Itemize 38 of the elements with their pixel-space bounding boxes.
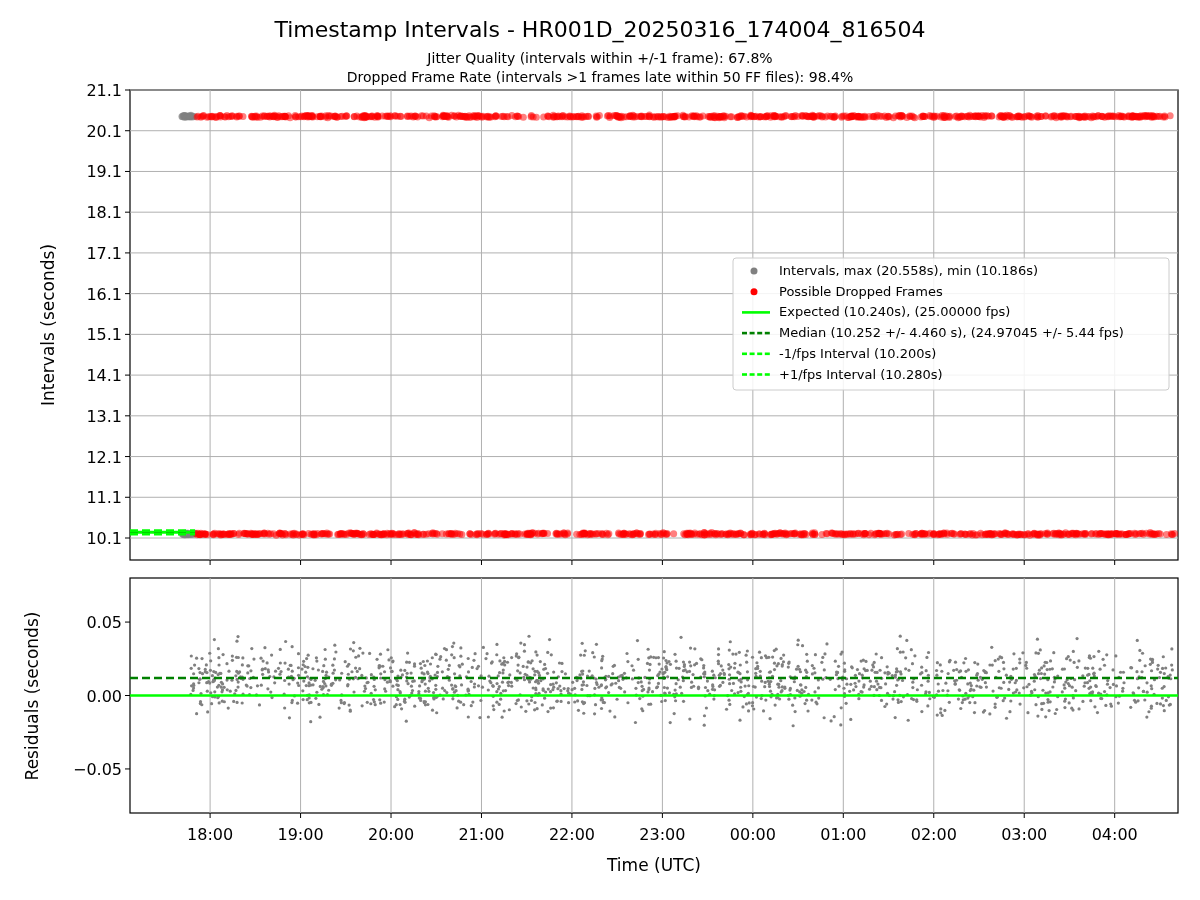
x-tick-label: 03:00 xyxy=(1001,825,1048,844)
x-tick-label: 02:00 xyxy=(910,825,957,844)
chart-title: Timestamp Intervals - HR001D_20250316_174004_816504 xyxy=(274,17,926,42)
y-tick-label: 19.1 xyxy=(86,162,122,182)
x-tick-label: 22:00 xyxy=(548,825,595,844)
x-tick-label: 04:00 xyxy=(1091,825,1138,844)
legend-label: -1/fps Interval (10.200s) xyxy=(779,345,937,361)
legend-label: +1/fps Interval (10.280s) xyxy=(779,366,943,382)
y-tick-label: −0.05 xyxy=(72,759,122,779)
y-tick-label: 21.1 xyxy=(86,81,122,100)
x-tick-label: 01:00 xyxy=(820,825,867,844)
legend-label: Median (10.252 +/- 4.460 s), (24.97045 +/- 5.44 fps) xyxy=(779,325,1124,341)
y-tick-label: 15.1 xyxy=(86,325,122,345)
y-tick-label: 14.1 xyxy=(86,366,122,386)
x-tick-label: 19:00 xyxy=(277,825,324,844)
y-tick-label: 0.05 xyxy=(86,613,122,633)
y-tick-label: 12.1 xyxy=(86,447,122,467)
legend-label: Expected (10.240s), (25.00000 fps) xyxy=(779,304,1011,320)
x-tick-label: 18:00 xyxy=(187,825,234,844)
y-tick-label: 13.1 xyxy=(86,406,122,426)
x-axis-label: Time (UTC) xyxy=(607,855,701,875)
legend-label: Possible Dropped Frames xyxy=(779,283,943,299)
y-tick-label: 20.1 xyxy=(86,121,122,141)
chart-subtitle: Jitter Quality (intervals within +/-1 frame): 67.8% xyxy=(427,50,773,66)
x-tick-label: 20:00 xyxy=(367,825,415,844)
y-tick-label: 17.1 xyxy=(86,243,122,263)
x-tick-label: 00:00 xyxy=(729,825,776,844)
legend-label: Intervals, max (20.558s), min (10.186s) xyxy=(779,263,1038,278)
y-tick-label: 16.1 xyxy=(86,284,122,304)
x-tick-label: 23:00 xyxy=(639,825,686,844)
y-tick-label: 11.1 xyxy=(86,488,122,508)
x-tick-label: 21:00 xyxy=(458,825,505,844)
y-tick-label: 10.1 xyxy=(86,529,122,548)
y-tick-label: 18.1 xyxy=(86,203,122,223)
chart-subtitle: Dropped Frame Rate (intervals >1 frames late within 50 FF files): 98.4% xyxy=(346,69,854,85)
y-axis-label: Intervals (seconds) xyxy=(38,243,58,407)
y-axis-label: Residuals (seconds) xyxy=(22,611,42,781)
y-tick-label: 0.00 xyxy=(86,686,122,706)
